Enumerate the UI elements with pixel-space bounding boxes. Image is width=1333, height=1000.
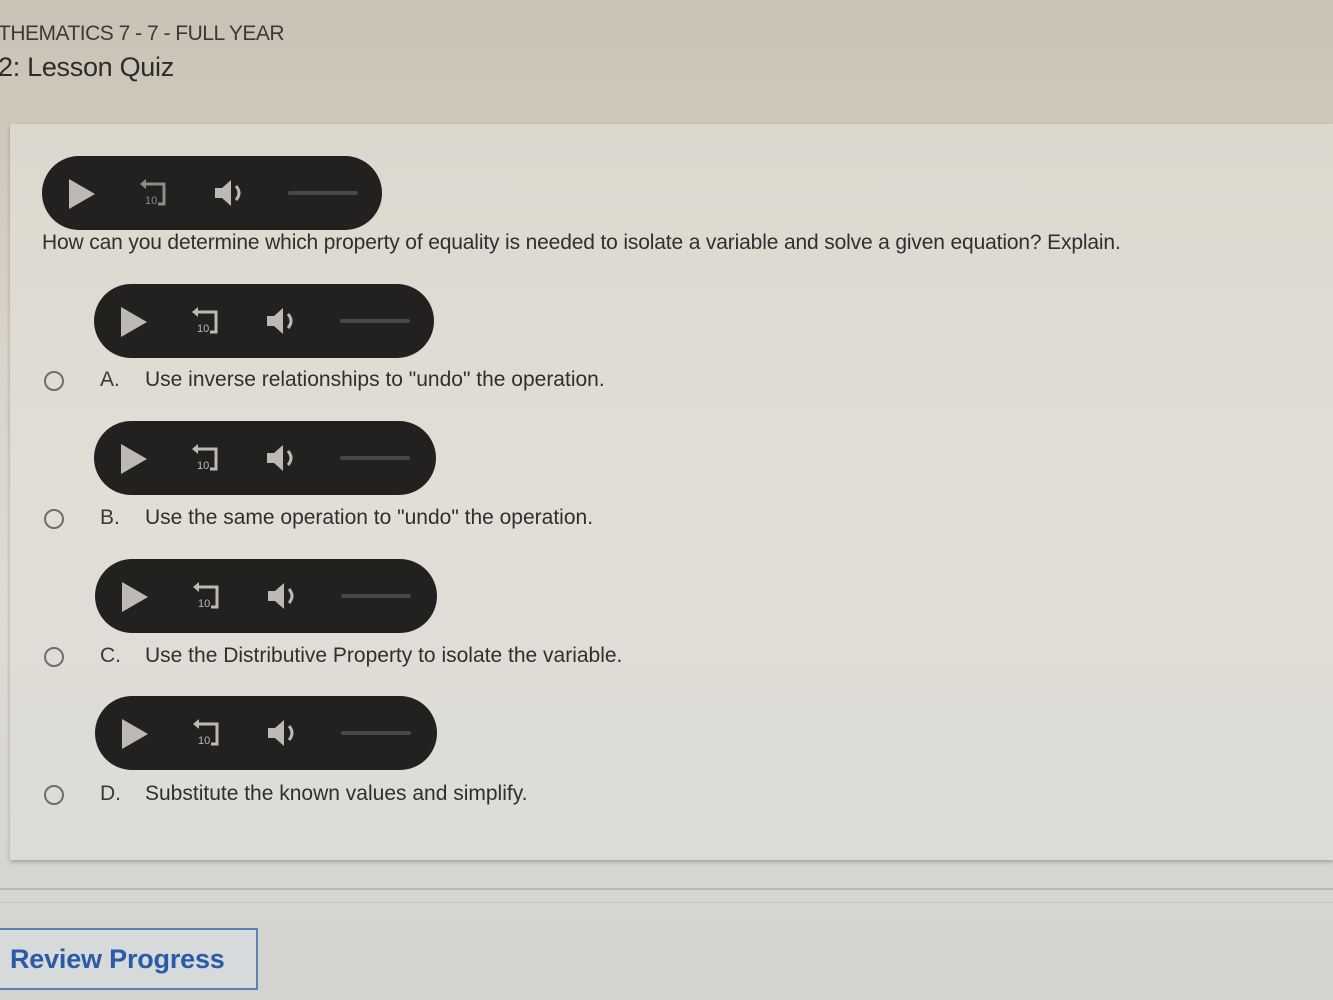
replay-10-icon[interactable]: 10 [191,581,223,611]
answer-option-c[interactable]: C. Use the Distributive Property to isol… [42,644,1242,674]
question-audio-player: 10 [42,156,382,230]
replay-10-icon[interactable]: 10 [138,178,170,208]
quiz-header: THEMATICS 7 - 7 - FULL YEAR 2: Lesson Qu… [0,0,1333,104]
option-d-audio-player: 10 [95,696,437,770]
audio-progress-track[interactable] [288,191,358,195]
svg-text:10: 10 [197,460,209,472]
radio-button-b[interactable] [44,509,64,529]
play-icon[interactable] [121,444,147,474]
audio-progress-track[interactable] [340,456,410,460]
play-icon[interactable] [122,582,148,612]
radio-button-d[interactable] [44,785,64,805]
radio-button-c[interactable] [44,647,64,667]
audio-progress-track[interactable] [341,594,411,598]
volume-icon[interactable] [212,176,248,210]
svg-text:10: 10 [145,195,157,207]
option-letter: D. [100,782,121,805]
quiz-title: 2: Lesson Quiz [0,52,174,82]
svg-text:10: 10 [198,598,210,610]
answer-option-b[interactable]: B. Use the same operation to "undo" the … [42,506,1242,536]
volume-icon[interactable] [264,304,300,338]
review-progress-label: Review Progress [10,944,225,974]
play-icon[interactable] [122,719,148,749]
course-title: THEMATICS 7 - 7 - FULL YEAR [0,22,285,45]
play-icon[interactable] [69,179,95,209]
option-text: Use the same operation to "undo" the ope… [145,506,594,529]
volume-icon[interactable] [265,579,301,613]
answer-option-d[interactable]: D. Substitute the known values and simpl… [42,782,1242,812]
replay-10-icon[interactable]: 10 [191,718,223,748]
option-text: Use the Distributive Property to isolate… [145,644,623,667]
svg-text:10: 10 [198,735,210,747]
volume-icon[interactable] [264,441,300,475]
answer-option-a[interactable]: A. Use inverse relationships to "undo" t… [42,368,1242,398]
option-a-audio-player: 10 [94,284,434,358]
option-text: Use inverse relationships to "undo" the … [145,368,605,391]
question-card: 10 How can you determine which property … [10,124,1333,860]
option-text: Substitute the known values and simplify… [145,782,528,805]
replay-10-icon[interactable]: 10 [190,443,222,473]
footer-divider-secondary [0,902,1333,903]
question-text: How can you determine which property of … [42,231,1121,254]
audio-progress-track[interactable] [341,731,411,735]
volume-icon[interactable] [265,716,301,750]
footer-divider [0,888,1333,890]
audio-progress-track[interactable] [340,319,410,323]
svg-text:10: 10 [197,323,209,335]
radio-button-a[interactable] [44,371,64,391]
option-letter: B. [100,506,120,529]
replay-10-icon[interactable]: 10 [190,306,222,336]
option-b-audio-player: 10 [94,421,436,495]
review-progress-button[interactable]: Review Progress [0,928,258,990]
option-letter: C. [100,644,121,667]
option-letter: A. [100,368,120,391]
play-icon[interactable] [121,307,147,337]
option-c-audio-player: 10 [95,559,437,633]
